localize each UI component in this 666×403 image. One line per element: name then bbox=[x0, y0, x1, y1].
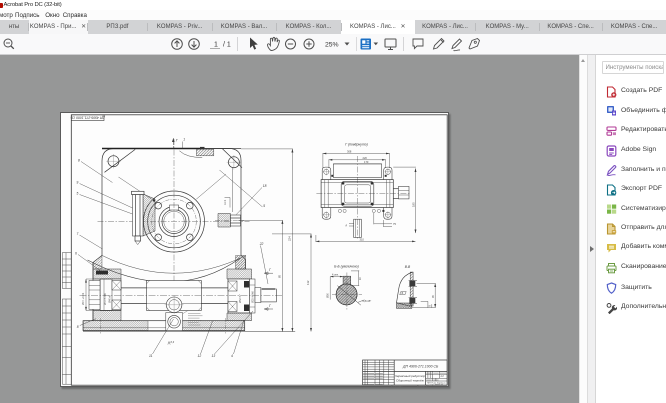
svg-text:Ø52 Н7: Ø52 Н7 bbox=[239, 294, 242, 303]
svg-text:13: 13 bbox=[212, 354, 216, 358]
svg-text:Ø72 Н7/к6: Ø72 Н7/к6 bbox=[104, 293, 107, 305]
svg-text:12: 12 bbox=[198, 354, 202, 358]
svg-text:Червячный редуктор: Червячный редуктор bbox=[395, 374, 425, 378]
svg-text:8: 8 bbox=[428, 305, 431, 307]
svg-text:22: 22 bbox=[259, 242, 264, 246]
svg-text:ДП 4906-271.1000 СБ: ДП 4906-271.1000 СБ bbox=[70, 115, 106, 119]
svg-text:170: 170 bbox=[364, 160, 369, 164]
svg-text:25%: 25% bbox=[325, 42, 339, 49]
svg-text:8: 8 bbox=[77, 325, 79, 329]
svg-text:Ø47 +0,03: Ø47 +0,03 bbox=[81, 292, 85, 305]
svg-text:Г: Г bbox=[176, 139, 179, 143]
svg-text:85: 85 bbox=[278, 274, 282, 278]
svg-text:11: 11 bbox=[149, 354, 153, 358]
svg-text:Б-Б (увеличено): Б-Б (увеличено) bbox=[334, 265, 358, 269]
svg-text:8: 8 bbox=[78, 159, 80, 163]
svg-text:Формат А1: Формат А1 bbox=[417, 385, 429, 388]
svg-text:Копировал: Копировал bbox=[391, 386, 403, 388]
svg-text:Ø50: Ø50 bbox=[326, 293, 329, 298]
svg-text:Г: Г bbox=[269, 304, 272, 308]
svg-text:45: 45 bbox=[432, 295, 435, 298]
svg-text:1: 1 bbox=[214, 42, 218, 49]
svg-text:75: 75 bbox=[393, 222, 396, 226]
svg-text:310: 310 bbox=[360, 237, 365, 241]
svg-text:18: 18 bbox=[263, 184, 267, 188]
svg-text:224: 224 bbox=[288, 236, 292, 241]
svg-text:Г (повёрнуто): Г (повёрнуто) bbox=[345, 142, 368, 146]
svg-text:/ 1: / 1 bbox=[223, 42, 231, 49]
svg-text:1:2: 1:2 bbox=[440, 375, 444, 378]
svg-text:112: 112 bbox=[306, 280, 310, 285]
svg-text:0,8×45°: 0,8×45° bbox=[363, 300, 372, 303]
svg-text:В-В: В-В bbox=[405, 265, 411, 269]
svg-text:220: 220 bbox=[363, 156, 368, 160]
svg-text:4 отв.: 4 отв. bbox=[332, 274, 339, 277]
svg-text:1: 1 bbox=[183, 138, 185, 142]
svg-text:4: 4 bbox=[231, 354, 233, 358]
svg-text:5: 5 bbox=[263, 204, 265, 208]
svg-text:ДП 4906-271.1000 СБ: ДП 4906-271.1000 СБ bbox=[402, 364, 439, 368]
svg-text:6,3: 6,3 bbox=[171, 340, 175, 344]
svg-text:308: 308 bbox=[347, 150, 352, 154]
svg-text:185: 185 bbox=[411, 202, 415, 207]
svg-text:5: 5 bbox=[77, 192, 79, 196]
svg-text:7: 7 bbox=[77, 232, 79, 236]
svg-text:G1/2: G1/2 bbox=[224, 199, 227, 205]
svg-text:Ø40 к6: Ø40 к6 bbox=[109, 294, 112, 303]
svg-text:каф. МТ10-11: каф. МТ10-11 bbox=[430, 383, 443, 386]
svg-text:Сборочный чертёж: Сборочный чертёж bbox=[396, 379, 425, 383]
svg-text:Ø25 Н7/к6: Ø25 Н7/к6 bbox=[252, 291, 255, 303]
svg-text:д: д bbox=[346, 224, 348, 227]
svg-text:Г: Г bbox=[269, 268, 272, 272]
svg-text:10: 10 bbox=[359, 277, 362, 280]
svg-text:6: 6 bbox=[75, 252, 77, 256]
svg-text:9: 9 bbox=[77, 181, 79, 185]
